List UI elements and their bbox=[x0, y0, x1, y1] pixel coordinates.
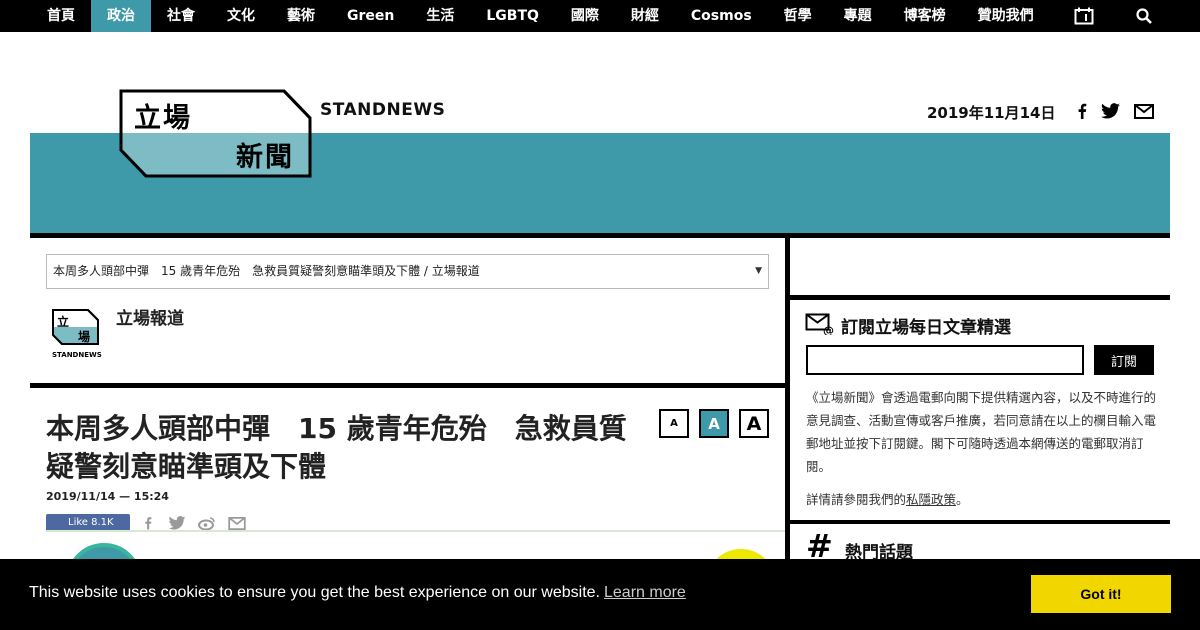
subscribe-button[interactable]: 訂閱 bbox=[1094, 345, 1154, 375]
divider bbox=[790, 295, 1170, 300]
nav-item-life[interactable]: 生活 bbox=[410, 0, 470, 32]
nav-item-philosophy[interactable]: 哲學 bbox=[768, 0, 828, 32]
twitter-icon[interactable] bbox=[1099, 100, 1121, 122]
author-logo-line2: 場 bbox=[78, 329, 90, 344]
header-date: 2019年11月14日 bbox=[927, 104, 1056, 122]
cookie-learn-more-link[interactable]: Learn more bbox=[604, 584, 686, 602]
divider bbox=[46, 530, 785, 532]
author-name[interactable]: 立場報道 bbox=[116, 304, 184, 329]
font-size-large-button[interactable]: A bbox=[739, 409, 769, 438]
brand-wordmark: STANDNEWS bbox=[320, 100, 446, 120]
nav-item-politics[interactable]: 政治 bbox=[91, 0, 151, 32]
hashtag-icon: # bbox=[806, 527, 833, 565]
cookie-message: This website uses cookies to ensure you … bbox=[29, 584, 600, 601]
mail-icon: @ bbox=[805, 313, 835, 337]
subscribe-email-input[interactable] bbox=[806, 345, 1084, 375]
nav-item-culture[interactable]: 文化 bbox=[211, 0, 271, 32]
search-icon[interactable] bbox=[1128, 0, 1160, 32]
subscribe-description: 《立場新聞》會透過電郵向閣下提供精選內容，以及不時進行的意見調查、活動宣傳或客戶… bbox=[806, 390, 1157, 474]
nav-item-lgbtq[interactable]: LGBTQ bbox=[470, 0, 555, 32]
cookie-accept-button[interactable]: Got it! bbox=[1031, 575, 1171, 613]
nav-item-cosmos[interactable]: Cosmos bbox=[675, 0, 768, 32]
privacy-suffix: 。 bbox=[956, 492, 969, 507]
author-avatar[interactable]: 立 場 STANDNEWS bbox=[48, 306, 104, 360]
divider bbox=[30, 233, 1170, 238]
nav-item-sponsor[interactable]: 贊助我們 bbox=[962, 0, 1050, 32]
column-divider bbox=[785, 238, 790, 559]
author-logo-line1: 立 bbox=[57, 314, 69, 329]
nav-item-society[interactable]: 社會 bbox=[151, 0, 211, 32]
facebook-icon[interactable] bbox=[1071, 100, 1093, 122]
nav-item-finance[interactable]: 財經 bbox=[615, 0, 675, 32]
top-nav: 首頁 政治 社會 文化 藝術 Green 生活 LGBTQ 國際 財經 Cosm… bbox=[0, 0, 1200, 32]
article-date: 2019/11/14 — 15:24 bbox=[46, 490, 169, 503]
divider bbox=[790, 520, 1170, 524]
logo-text-line2: 新聞 bbox=[236, 142, 294, 173]
privacy-note: 詳情請參閱我們的私隱政策。 bbox=[806, 489, 969, 508]
article-select[interactable]: 本周多人頭部中彈 15 歲青年危殆 急救員質疑警刻意瞄準頭及下體 / 立場報道 … bbox=[46, 254, 769, 289]
svg-text:@: @ bbox=[823, 324, 834, 335]
font-size-medium-button[interactable]: A bbox=[699, 409, 729, 438]
nav-item-features[interactable]: 專題 bbox=[828, 0, 888, 32]
font-size-small-button[interactable]: A bbox=[659, 409, 689, 438]
calendar-icon[interactable] bbox=[1068, 0, 1100, 32]
like-label: Like 8.1K bbox=[68, 517, 114, 528]
chevron-down-icon: ▼ bbox=[755, 266, 762, 276]
mail-icon[interactable] bbox=[1133, 100, 1155, 122]
nav-item-green[interactable]: Green bbox=[331, 0, 410, 32]
divider bbox=[30, 383, 785, 388]
article-title: 本周多人頭部中彈 15 歲青年危殆 急救員質疑警刻意瞄準頭及下體 bbox=[46, 412, 627, 483]
nav-item-home[interactable]: 首頁 bbox=[31, 0, 91, 32]
subscribe-title: 訂閱立場每日文章精選 bbox=[841, 318, 1011, 338]
author-logo-sub: STANDNEWS bbox=[52, 351, 102, 359]
nav-item-art[interactable]: 藝術 bbox=[271, 0, 331, 32]
privacy-prefix: 詳情請參閱我們的 bbox=[806, 492, 907, 507]
article-select-value: 本周多人頭部中彈 15 歲青年危殆 急救員質疑警刻意瞄準頭及下體 / 立場報道 bbox=[53, 264, 480, 278]
privacy-policy-link[interactable]: 私隱政策 bbox=[906, 492, 956, 507]
logo-text-line1: 立場 bbox=[134, 103, 192, 134]
nav-item-international[interactable]: 國際 bbox=[555, 0, 615, 32]
nav-item-blog-ranking[interactable]: 博客榜 bbox=[888, 0, 962, 32]
